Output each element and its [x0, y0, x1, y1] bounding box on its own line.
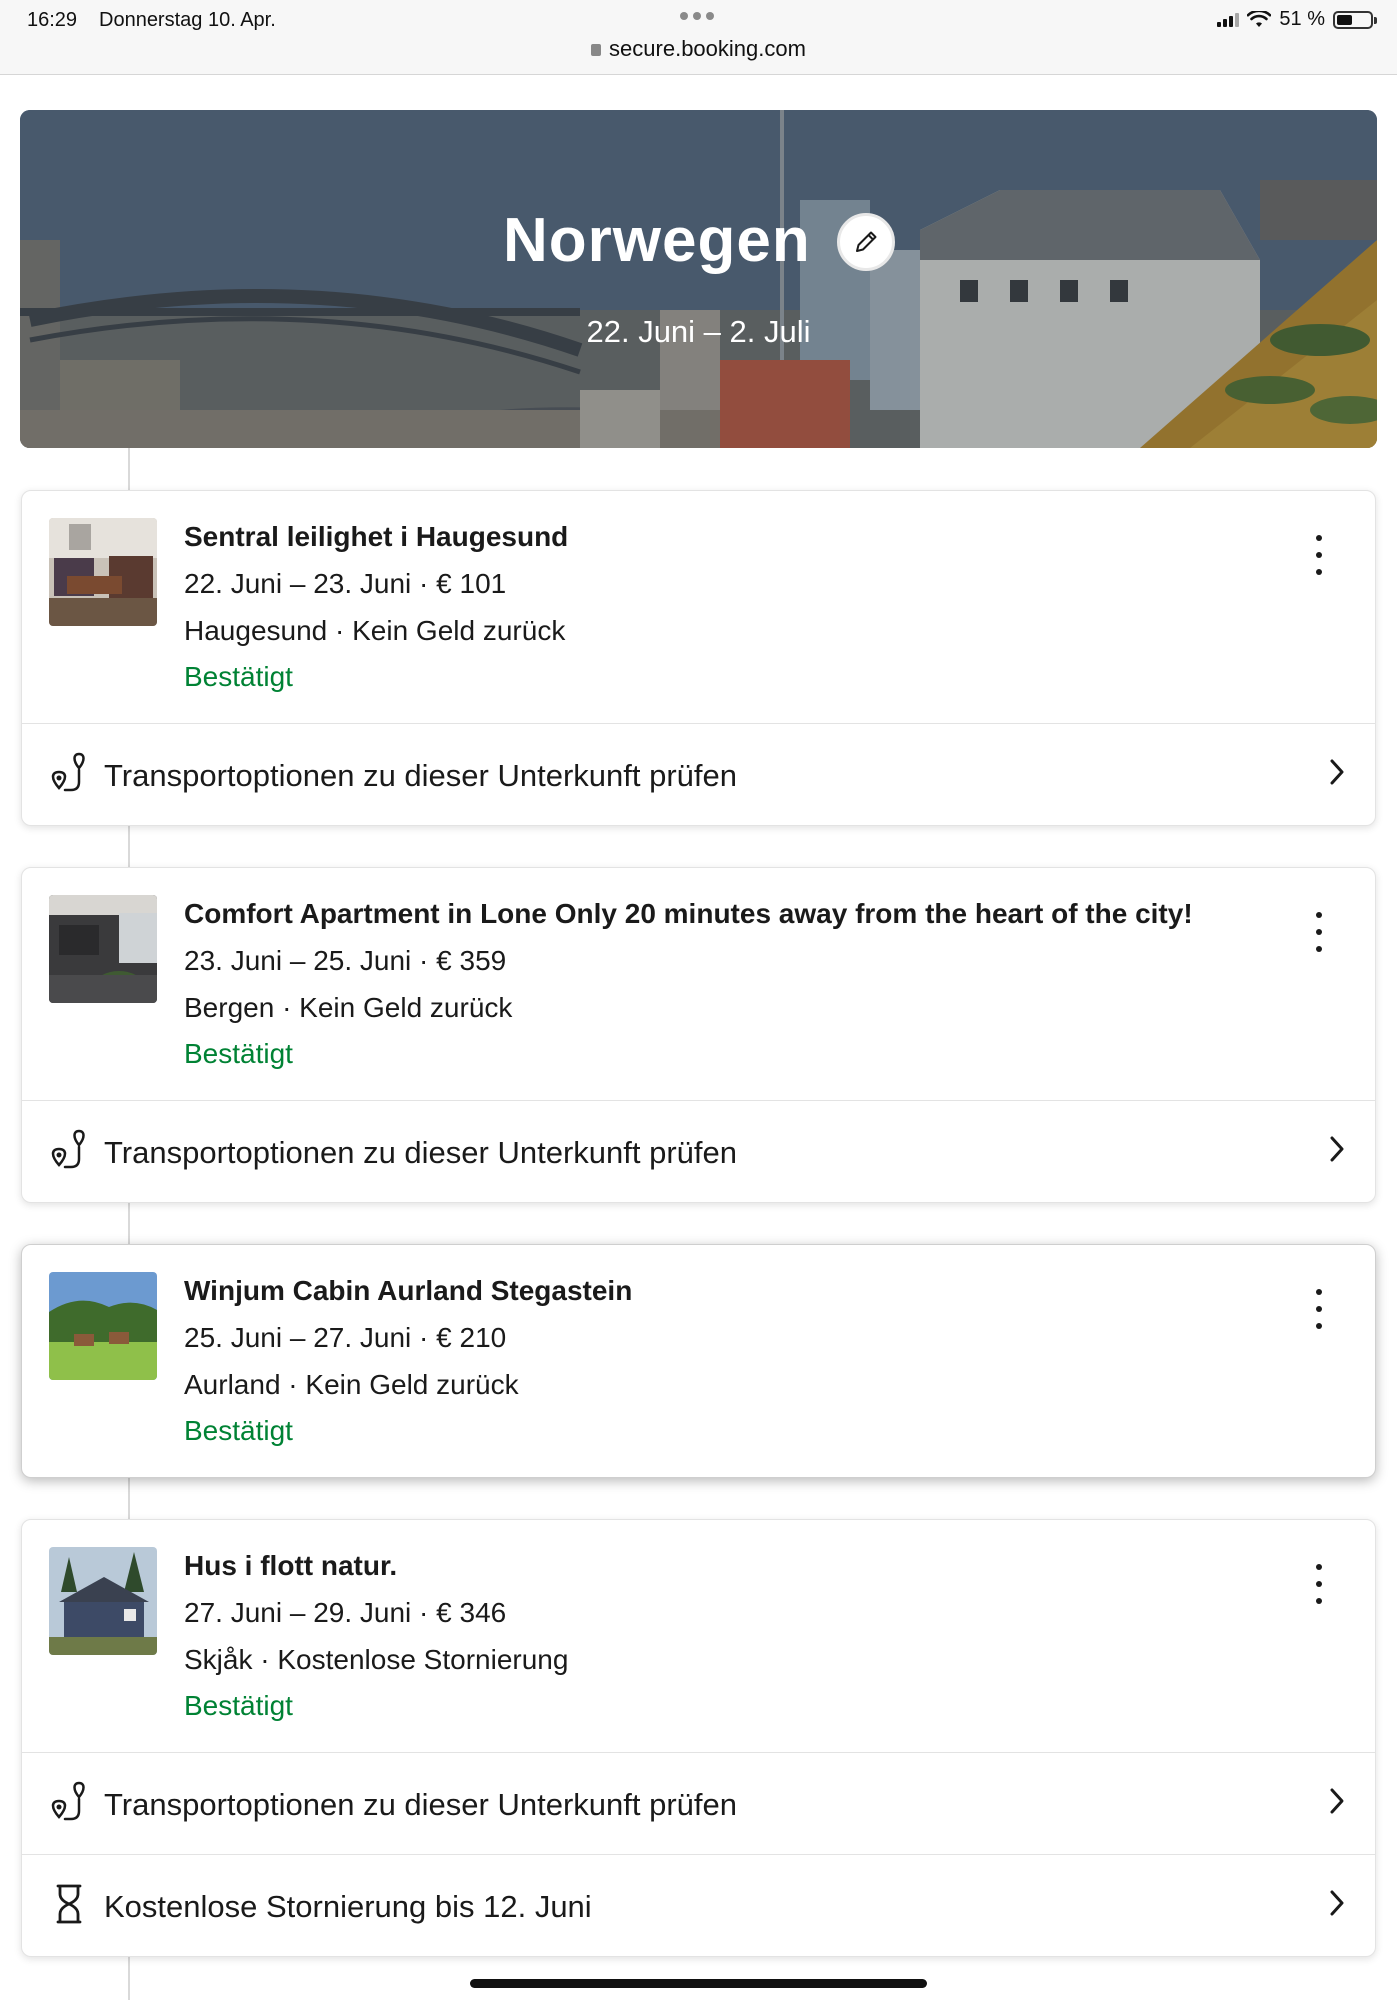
trip-title: Norwegen [503, 206, 811, 275]
battery-percent: 51 % [1279, 8, 1325, 30]
more-vertical-icon[interactable] [1309, 535, 1329, 575]
more-vertical-icon[interactable] [1309, 1564, 1329, 1604]
booking-status: Bestätigt [184, 661, 293, 692]
trip-hero-banner [20, 110, 1377, 448]
booking-dates-price: 22. Juni – 23. Juni · € 101 [184, 568, 507, 599]
property-title[interactable]: Winjum Cabin Aurland Stegastein [184, 1275, 632, 1307]
status-date: Donnerstag 10. Apr. [99, 9, 276, 31]
free-cancellation-row[interactable]: Kostenlose Stornierung bis 12. Juni [22, 1854, 1375, 1956]
status-bar: 16:29 Donnerstag 10. Apr. secure.booking… [0, 0, 1397, 75]
booking-card[interactable]: Hus i flott natur. 27. Juni – 29. Juni ·… [21, 1519, 1376, 1957]
booking-card[interactable]: Comfort Apartment in Lone Only 20 minute… [21, 867, 1376, 1203]
property-photo[interactable] [49, 1547, 157, 1655]
status-time: 16:29 [27, 9, 78, 31]
trip-dates: 22. Juni – 2. Juli [586, 314, 811, 349]
pencil-icon [856, 231, 877, 252]
hourglass-icon [56, 1884, 82, 1924]
booking-location-policy: Bergen · Kein Geld zurück [184, 992, 513, 1023]
chevron-right-icon [1330, 1890, 1344, 1916]
booking-dates-price: 27. Juni – 29. Juni · € 346 [184, 1597, 507, 1628]
property-photo[interactable] [49, 895, 157, 1003]
route-pin-icon [51, 1129, 85, 1169]
home-indicator[interactable] [470, 1979, 927, 1988]
chevron-right-icon [1330, 1136, 1344, 1162]
booking-location-policy: Aurland · Kein Geld zurück [184, 1369, 519, 1400]
chevron-right-icon [1330, 759, 1344, 785]
booking-dates-price: 25. Juni – 27. Juni · € 210 [184, 1322, 507, 1353]
property-title[interactable]: Hus i flott natur. [184, 1550, 397, 1582]
transport-options-row[interactable]: Transportoptionen zu dieser Unterkunft p… [22, 1752, 1375, 1854]
signal-icon [1217, 12, 1240, 27]
route-pin-icon [51, 752, 85, 792]
battery-icon [1333, 10, 1377, 29]
booking-location-policy: Haugesund · Kein Geld zurück [184, 615, 566, 646]
booking-dates-price: 23. Juni – 25. Juni · € 359 [184, 945, 507, 976]
property-photo[interactable] [49, 1272, 157, 1380]
more-dots-icon[interactable] [680, 12, 720, 22]
lock-icon [591, 44, 602, 56]
transport-options-label: Transportoptionen zu dieser Unterkunft p… [104, 1787, 737, 1822]
free-cancellation-label: Kostenlose Stornierung bis 12. Juni [104, 1889, 592, 1924]
status-indicators: 51 % [1217, 8, 1377, 31]
property-photo[interactable] [49, 518, 157, 626]
address-bar[interactable]: secure.booking.com [0, 36, 1397, 62]
booking-status: Bestätigt [184, 1415, 293, 1446]
booking-location-policy: Skjåk · Kostenlose Stornierung [184, 1644, 569, 1675]
booking-card[interactable]: Sentral leilighet i Haugesund 22. Juni –… [21, 490, 1376, 826]
property-title[interactable]: Sentral leilighet i Haugesund [184, 521, 568, 553]
transport-options-label: Transportoptionen zu dieser Unterkunft p… [104, 758, 737, 793]
chevron-right-icon [1330, 1788, 1344, 1814]
booking-card[interactable]: Winjum Cabin Aurland Stegastein 25. Juni… [21, 1244, 1376, 1478]
more-vertical-icon[interactable] [1309, 912, 1329, 952]
transport-options-row[interactable]: Transportoptionen zu dieser Unterkunft p… [22, 1100, 1375, 1202]
transport-options-label: Transportoptionen zu dieser Unterkunft p… [104, 1135, 737, 1170]
booking-status: Bestätigt [184, 1690, 293, 1721]
transport-options-row[interactable]: Transportoptionen zu dieser Unterkunft p… [22, 723, 1375, 825]
route-pin-icon [51, 1781, 85, 1821]
wifi-icon [1247, 10, 1272, 27]
url-text: secure.booking.com [609, 36, 806, 61]
edit-trip-button[interactable] [837, 213, 895, 271]
booking-status: Bestätigt [184, 1038, 293, 1069]
more-vertical-icon[interactable] [1309, 1289, 1329, 1329]
property-title[interactable]: Comfort Apartment in Lone Only 20 minute… [184, 898, 1193, 930]
